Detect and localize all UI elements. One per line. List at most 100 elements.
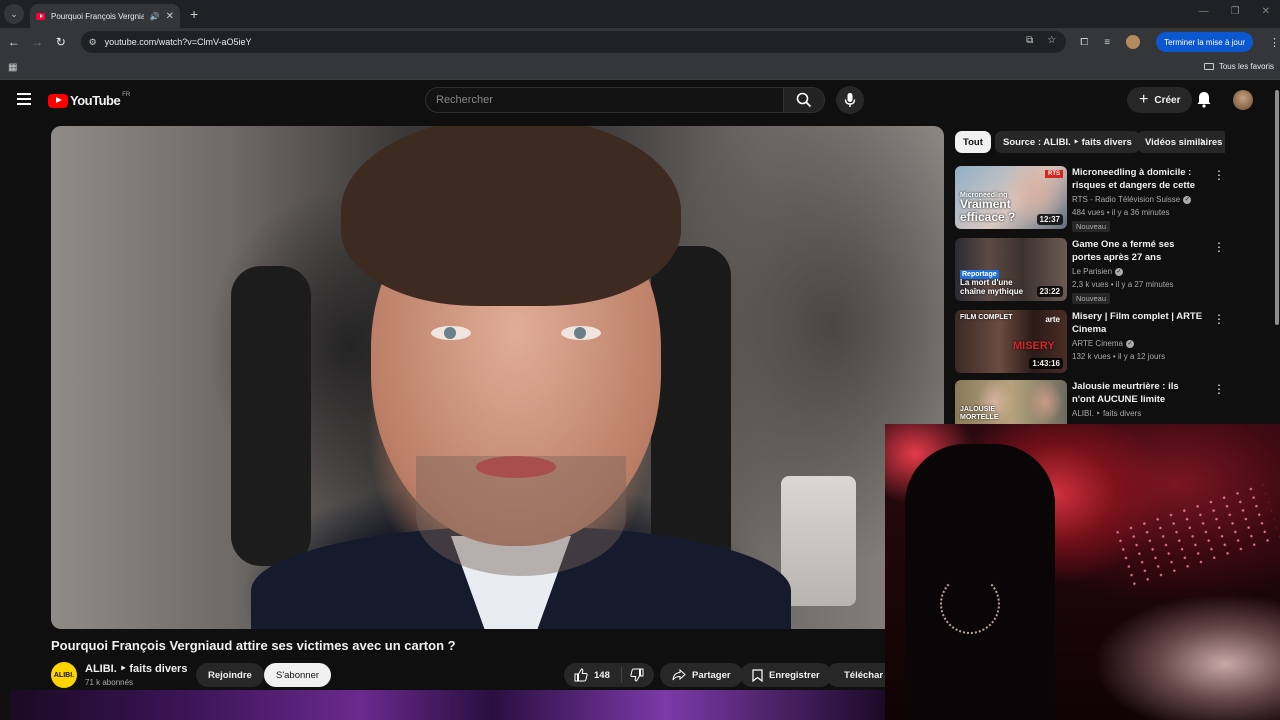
plus-icon: + [1139,91,1149,108]
chevron-right-icon[interactable]: › [1200,133,1204,148]
more-options-icon[interactable]: ⋮ [1213,312,1225,326]
thumb-small-text: FILM COMPLET [960,314,1013,321]
browser-menu-icon[interactable]: ⋮ [1269,36,1280,49]
duration-badge: 1:43:16 [1029,358,1063,369]
media-controls-icon[interactable]: ≡ [1104,37,1110,48]
youtube-logo[interactable]: YouTube FR [48,91,131,108]
forward-arrow-icon[interactable]: → [26,35,50,49]
like-button[interactable]: 148 [564,667,622,683]
download-label: Téléchar [844,669,884,681]
reload-icon[interactable]: ↻ [49,35,73,49]
duration-badge: 12:37 [1036,214,1063,225]
subscribe-button[interactable]: S'abonner [264,663,332,687]
browser-tab-active[interactable]: Pourquoi François Vergniaud attire ses v… [30,4,180,28]
search-placeholder: Rechercher [436,94,493,106]
like-count: 148 [594,669,610,681]
recommendation-item[interactable]: RTS Microneedling Vraiment efficace ? 12… [955,166,1275,232]
rec-channel-name: Le Parisien [1072,267,1113,276]
site-info-icon[interactable]: ⚙ [89,37,97,48]
join-button[interactable]: Rejoindre [196,663,264,687]
browser-tab-bar: ⌄ Pourquoi François Vergniaud attire ses… [0,0,1280,28]
address-bar[interactable]: ⚙ youtube.com/watch?v=ClmV-aO5ieY ⧉ ☆ [80,31,1067,53]
rec-title[interactable]: Game One a fermé ses portes après 27 ans… [1072,238,1204,264]
recommendation-item[interactable]: FILM COMPLET arte MISERY 1:43:16 Misery … [955,310,1275,376]
new-badge: Nouveau [1072,221,1111,232]
video-thumbnail[interactable]: Reportage La mort d'une chaîne mythique … [955,238,1067,301]
rec-meta: 2,3 k vues • il y a 27 minutes [1072,280,1174,289]
more-options-icon[interactable]: ⋮ [1213,240,1225,254]
chip-source[interactable]: Source : ALIBI. ‣ faits divers [995,131,1140,153]
thumb-text: La mort d'une chaîne mythique [960,278,1024,296]
video-player[interactable] [51,126,944,629]
chip-similar[interactable]: Vidéos similaires [1137,131,1225,153]
speaker-icon[interactable]: 🔊 [150,12,160,21]
folder-icon [1203,63,1214,70]
hair [341,126,681,306]
apps-grid-icon[interactable]: ▦ [8,62,17,73]
user-avatar[interactable] [1233,90,1253,110]
new-tab-button[interactable]: + [190,6,198,22]
page-scrollbar[interactable] [1275,90,1279,325]
youtube-header: YouTube FR Rechercher + Créer [0,81,1280,121]
verified-icon: ✓ [1125,339,1134,348]
rec-title[interactable]: Microneedling à domicile : risques et da… [1072,166,1204,192]
description-preview [10,690,885,720]
menu-icon[interactable] [17,93,31,105]
chair-right [651,246,731,576]
subscriber-count: 71 k abonnés [85,678,134,687]
all-bookmarks[interactable]: Tous les favoris [1203,62,1274,71]
thumb-badge: arte [1045,315,1060,324]
dislike-button[interactable] [622,668,644,682]
extensions-icon[interactable]: ⧠ [1080,37,1088,48]
minimize-icon[interactable]: — [1199,6,1209,17]
share-label: Partager [692,669,731,681]
rec-meta: 484 vues • il y a 36 minutes [1072,208,1170,217]
install-app-icon[interactable]: ⧉ [1026,35,1033,46]
video-thumbnail[interactable]: FILM COMPLET arte MISERY 1:43:16 [955,310,1067,373]
download-button[interactable]: Téléchar [826,663,888,687]
region-code: FR [122,91,131,98]
tab-title: Pourquoi François Vergniaud attire ses v… [51,11,144,21]
rec-channel-name: RTS - Radio Télévision Suisse [1072,195,1181,204]
rec-title[interactable]: Misery | Film complet | ARTE Cinema [1072,310,1204,336]
rec-channel[interactable]: Le Parisien ✓ [1072,267,1124,276]
window-controls: — ❐ ✕ [1199,6,1270,17]
share-button[interactable]: Partager [660,663,743,687]
search-input[interactable]: Rechercher [425,87,783,113]
more-options-icon[interactable]: ⋮ [1213,382,1225,396]
all-bookmarks-label: Tous les favoris [1218,62,1274,71]
rec-channel[interactable]: ARTE Cinema ✓ [1072,339,1134,348]
update-button[interactable]: Terminer la mise à jour [1156,32,1253,52]
rec-title[interactable]: Jalousie meurtrière : ils n'ont AUCUNE l… [1072,380,1204,406]
thumb-text: JALOUSIE MORTELLE [960,406,999,421]
video-thumbnail[interactable]: RTS Microneedling Vraiment efficace ? 12… [955,166,1067,229]
microphone-icon [844,93,856,107]
chip-all[interactable]: Tout [955,131,991,153]
chair-left [231,266,311,566]
maximize-icon[interactable]: ❐ [1231,6,1240,17]
filter-chips: Tout Source : ALIBI. ‣ faits divers Vidé… [955,131,1225,153]
youtube-play-icon [48,93,68,108]
close-tab-icon[interactable]: ✕ [166,11,174,22]
rec-channel[interactable]: RTS - Radio Télévision Suisse ✓ [1072,195,1192,204]
search-button[interactable] [783,87,825,113]
like-dislike-bar: 148 [564,663,654,687]
save-button[interactable]: Enregistrer [740,663,832,687]
verified-icon: ✓ [1115,267,1124,276]
profile-avatar[interactable] [1126,35,1141,49]
url-text: youtube.com/watch?v=ClmV-aO5ieY [104,37,252,47]
duration-badge: 23:22 [1036,286,1063,297]
more-options-icon[interactable]: ⋮ [1213,168,1225,182]
recommendation-item[interactable]: Reportage La mort d'une chaîne mythique … [955,238,1275,304]
bookmark-star-icon[interactable]: ☆ [1047,35,1056,46]
rec-channel[interactable]: ALIBI. ‣ faits divers [1072,409,1141,418]
back-arrow-icon[interactable]: ← [2,35,26,49]
close-window-icon[interactable]: ✕ [1262,6,1270,17]
tab-search-button[interactable]: ⌄ [4,4,24,24]
notifications-bell-icon[interactable] [1196,90,1212,108]
eye-left [431,326,471,340]
channel-avatar[interactable]: ALIBI. [51,662,77,688]
channel-name[interactable]: ALIBI. ‣ faits divers [85,662,187,675]
create-button[interactable]: + Créer [1127,87,1193,113]
voice-search-button[interactable] [836,86,864,114]
